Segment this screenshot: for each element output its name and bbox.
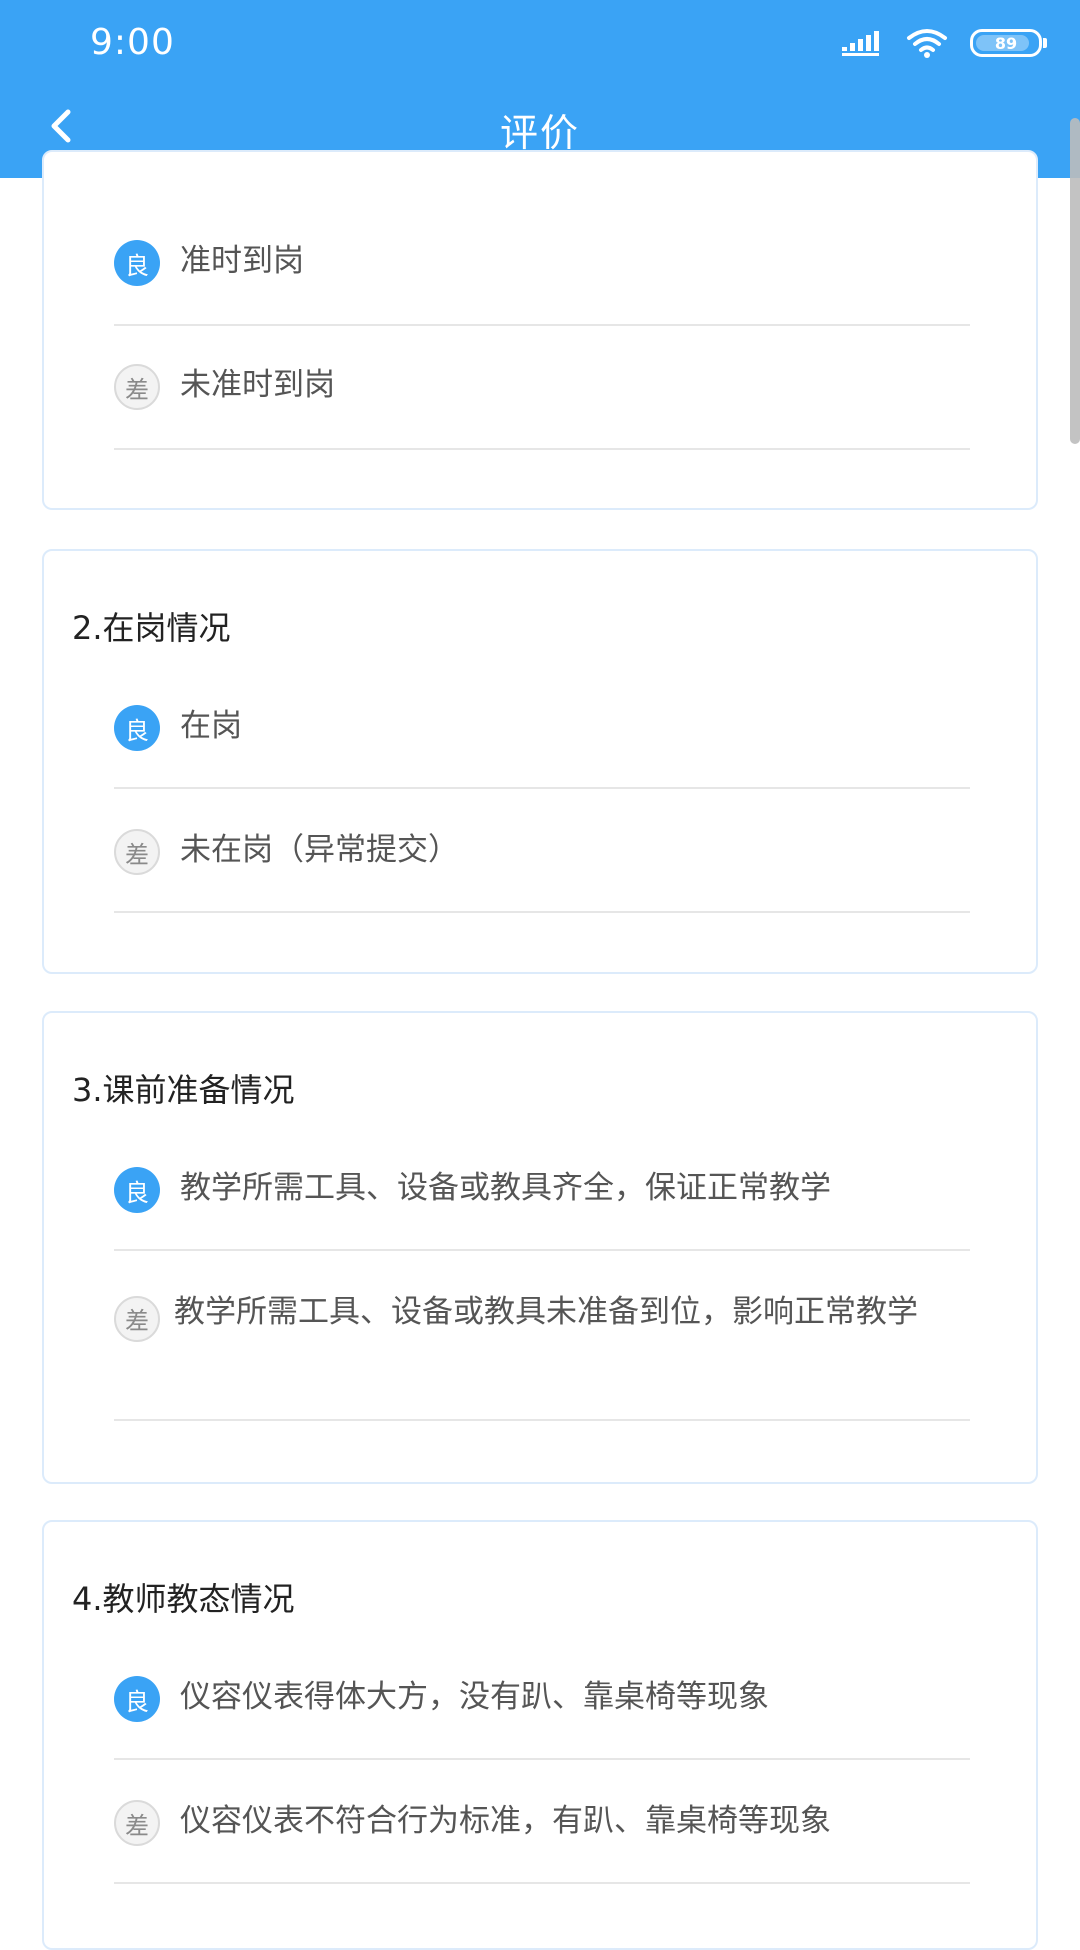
section-title: 3.课前准备情况: [72, 1071, 295, 1109]
option-label: 未准时到岗: [180, 367, 335, 403]
option-good[interactable]: 良 仪容仪表得体大方，没有趴、靠桌椅等现象: [114, 1674, 970, 1722]
section-title: 2.在岗情况: [72, 609, 231, 647]
option-good[interactable]: 良 教学所需工具、设备或教具齐全，保证正常教学: [114, 1165, 970, 1213]
divider: [114, 1419, 970, 1421]
battery-icon: 89: [970, 29, 1047, 57]
status-time: 9:00: [90, 22, 175, 63]
evaluation-card-on-duty: 2.在岗情况 良 在岗 差 未在岗（异常提交）: [42, 549, 1038, 974]
battery-level: 89: [994, 33, 1018, 53]
bad-badge: 差: [114, 364, 160, 410]
option-label: 准时到岗: [180, 243, 304, 279]
option-label: 教学所需工具、设备或教具齐全，保证正常教学: [180, 1170, 831, 1206]
option-good[interactable]: 良 准时到岗: [114, 238, 970, 286]
option-bad[interactable]: 差教学所需工具、设备或教具未准备到位，影响正常教学: [114, 1289, 970, 1342]
divider: [114, 787, 970, 789]
evaluation-card-demeanor: 4.教师教态情况 良 仪容仪表得体大方，没有趴、靠桌椅等现象 差 仪容仪表不符合…: [42, 1520, 1038, 1950]
divider: [114, 448, 970, 450]
evaluation-card-punctuality: 良 准时到岗 差 未准时到岗: [42, 150, 1038, 510]
option-label: 仪容仪表得体大方，没有趴、靠桌椅等现象: [180, 1679, 769, 1715]
option-bad[interactable]: 差 未准时到岗: [114, 362, 970, 410]
option-label: 仪容仪表不符合行为标准，有趴、靠桌椅等现象: [180, 1803, 831, 1839]
status-icons: 89: [842, 26, 1047, 60]
divider: [114, 911, 970, 913]
divider: [114, 1249, 970, 1251]
option-bad[interactable]: 差 未在岗（异常提交）: [114, 827, 970, 875]
option-good[interactable]: 良 在岗: [114, 703, 970, 751]
option-bad[interactable]: 差 仪容仪表不符合行为标准，有趴、靠桌椅等现象: [114, 1798, 970, 1846]
good-badge: 良: [114, 1167, 160, 1213]
section-title: 4.教师教态情况: [72, 1580, 295, 1618]
option-label: 未在岗（异常提交）: [180, 832, 459, 868]
evaluation-card-preparation: 3.课前准备情况 良 教学所需工具、设备或教具齐全，保证正常教学 差教学所需工具…: [42, 1011, 1038, 1484]
bad-badge: 差: [114, 1295, 160, 1342]
divider: [114, 1758, 970, 1760]
scrollbar[interactable]: [1070, 118, 1080, 444]
good-badge: 良: [114, 705, 160, 751]
good-badge: 良: [114, 240, 160, 286]
bad-badge: 差: [114, 1800, 160, 1846]
wifi-icon: [907, 29, 947, 58]
bad-badge: 差: [114, 829, 160, 875]
divider: [114, 1882, 970, 1884]
page-title: 评价: [499, 111, 580, 155]
option-label: 教学所需工具、设备或教具未准备到位，影响正常教学: [174, 1294, 918, 1330]
option-label: 在岗: [180, 708, 242, 744]
signal-icon: [842, 31, 879, 56]
divider: [114, 324, 970, 326]
good-badge: 良: [114, 1676, 160, 1722]
